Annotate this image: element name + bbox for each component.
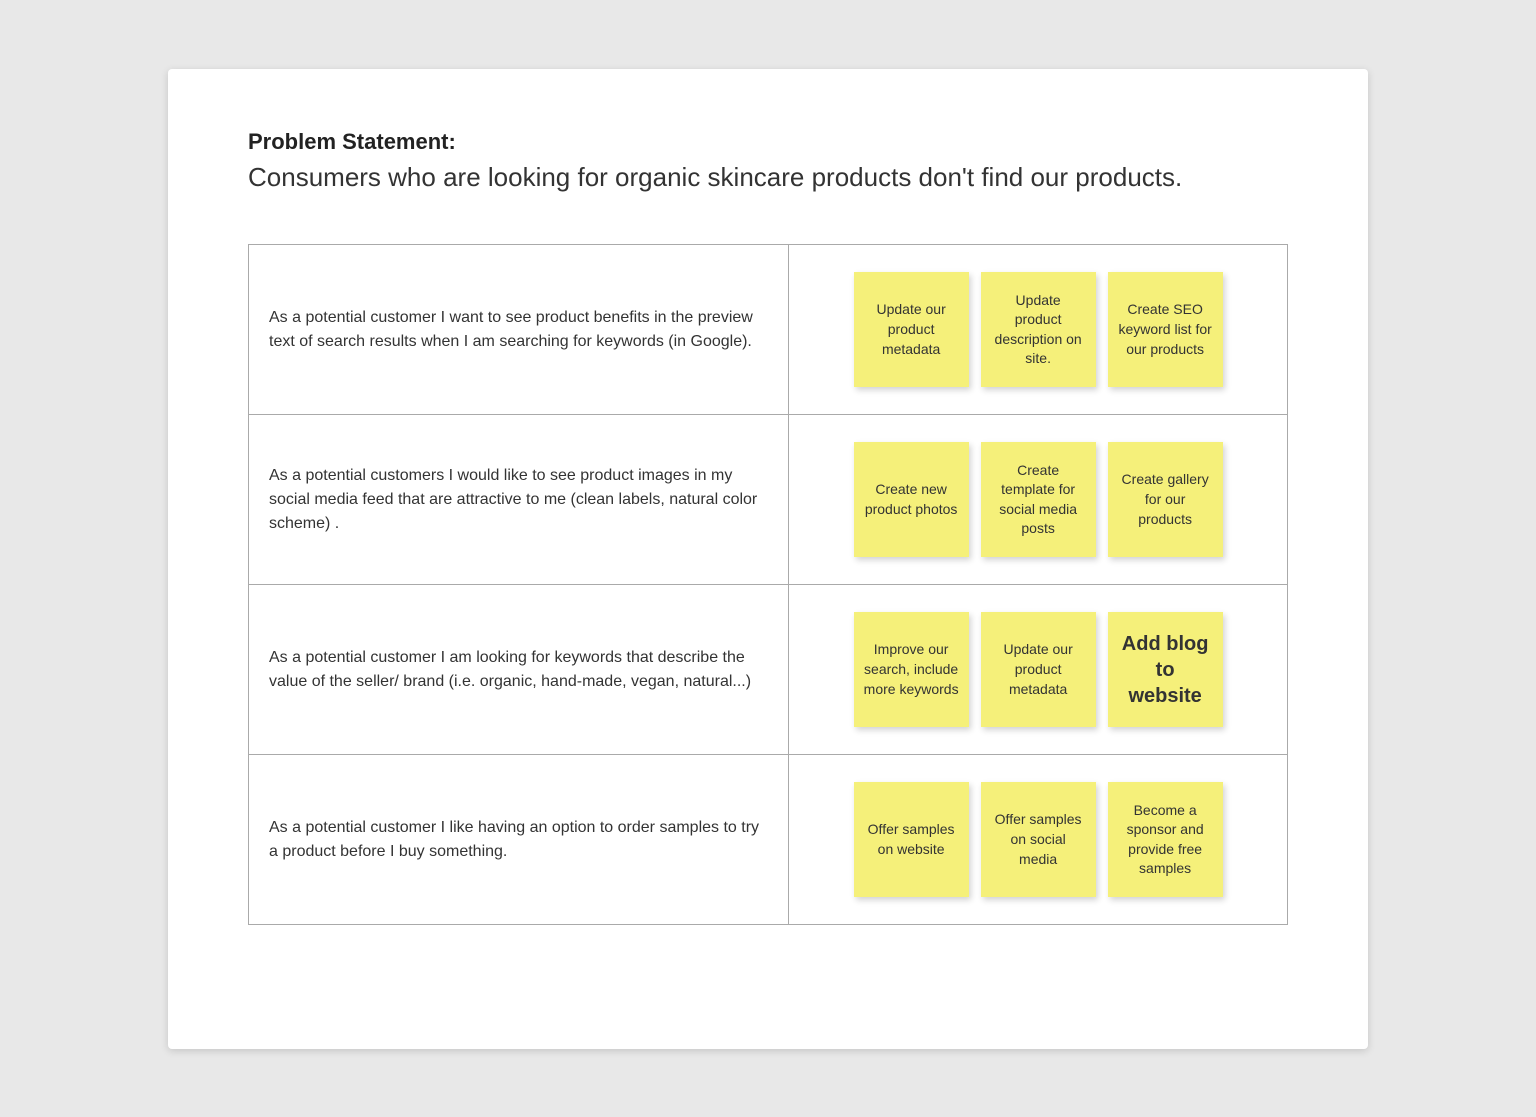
sticky-notes-cell: Improve our search, include more keyword… — [789, 585, 1288, 755]
user-story-cell: As a potential customer I like having an… — [249, 755, 789, 925]
sticky-note[interactable]: Create template for social media posts — [981, 442, 1096, 557]
table-row: As a potential customer I want to see pr… — [249, 245, 1288, 415]
sticky-note[interactable]: Offer samples on social media — [981, 782, 1096, 897]
problem-label: Problem Statement: — [248, 129, 1288, 155]
problem-statement: Consumers who are looking for organic sk… — [248, 161, 1288, 195]
table-row: As a potential customer I am looking for… — [249, 585, 1288, 755]
sticky-note[interactable]: Become a sponsor and provide free sample… — [1108, 782, 1223, 897]
sticky-note[interactable]: Create SEO keyword list for our products — [1108, 272, 1223, 387]
sticky-note[interactable]: Create new product photos — [854, 442, 969, 557]
sticky-notes-row: Create new product photosCreate template… — [809, 442, 1267, 557]
page-container: Problem Statement: Consumers who are loo… — [168, 69, 1368, 1049]
user-story-cell: As a potential customer I want to see pr… — [249, 245, 789, 415]
sticky-notes-cell: Update our product metadataUpdate produc… — [789, 245, 1288, 415]
sticky-note[interactable]: Update product description on site. — [981, 272, 1096, 387]
main-table: As a potential customer I want to see pr… — [248, 244, 1288, 925]
sticky-notes-cell: Create new product photosCreate template… — [789, 415, 1288, 585]
table-row: As a potential customer I like having an… — [249, 755, 1288, 925]
sticky-note[interactable]: Improve our search, include more keyword… — [854, 612, 969, 727]
table-row: As a potential customers I would like to… — [249, 415, 1288, 585]
sticky-note[interactable]: Create gallery for our products — [1108, 442, 1223, 557]
sticky-note[interactable]: Update our product metadata — [854, 272, 969, 387]
sticky-notes-cell: Offer samples on websiteOffer samples on… — [789, 755, 1288, 925]
sticky-note[interactable]: Offer samples on website — [854, 782, 969, 897]
sticky-notes-row: Improve our search, include more keyword… — [809, 612, 1267, 727]
sticky-note[interactable]: Update our product metadata — [981, 612, 1096, 727]
sticky-note[interactable]: Add blog to website — [1108, 612, 1223, 727]
sticky-notes-row: Update our product metadataUpdate produc… — [809, 272, 1267, 387]
user-story-cell: As a potential customer I am looking for… — [249, 585, 789, 755]
user-story-cell: As a potential customers I would like to… — [249, 415, 789, 585]
sticky-notes-row: Offer samples on websiteOffer samples on… — [809, 782, 1267, 897]
